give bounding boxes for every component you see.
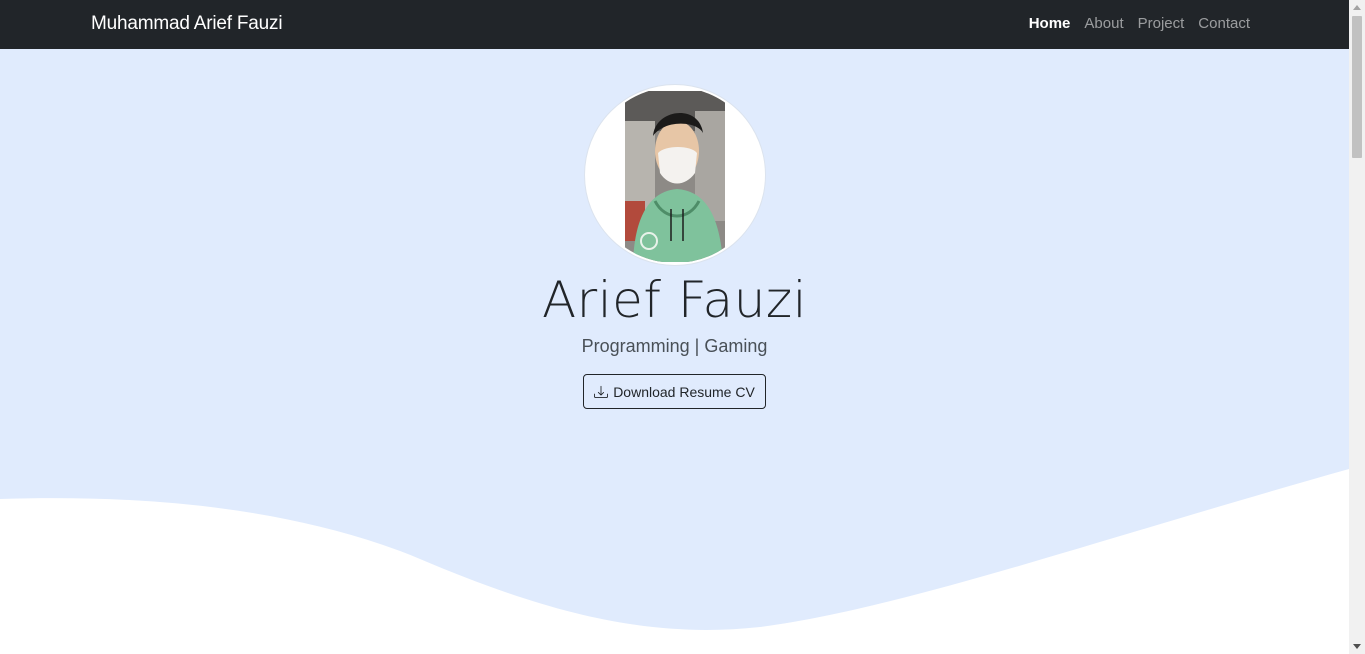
- navbar: Muhammad Arief Fauzi Home About Project …: [0, 0, 1349, 49]
- nav-link-home[interactable]: Home: [1029, 15, 1071, 32]
- brand-link[interactable]: Muhammad Arief Fauzi: [91, 13, 283, 35]
- download-icon: [594, 385, 609, 398]
- profile-avatar: [585, 85, 765, 265]
- nav-link-contact[interactable]: Contact: [1198, 15, 1250, 32]
- nav-links: Home About Project Contact: [1029, 15, 1250, 32]
- vertical-scrollbar[interactable]: [1349, 0, 1365, 654]
- download-cv-label: Download Resume CV: [613, 383, 755, 400]
- hero-section: Arief Fauzi Programming | Gaming Downloa…: [0, 49, 1349, 654]
- nav-link-about[interactable]: About: [1084, 15, 1123, 32]
- scroll-up-arrow-icon[interactable]: [1353, 5, 1361, 10]
- download-cv-button[interactable]: Download Resume CV: [583, 374, 766, 409]
- scroll-down-arrow-icon[interactable]: [1353, 644, 1361, 649]
- nav-link-project[interactable]: Project: [1138, 15, 1185, 32]
- scrollbar-thumb[interactable]: [1352, 16, 1362, 158]
- hero-tagline: Programming | Gaming: [581, 336, 768, 356]
- hero-name: Arief Fauzi: [541, 271, 808, 329]
- profile-photo: [625, 91, 725, 262]
